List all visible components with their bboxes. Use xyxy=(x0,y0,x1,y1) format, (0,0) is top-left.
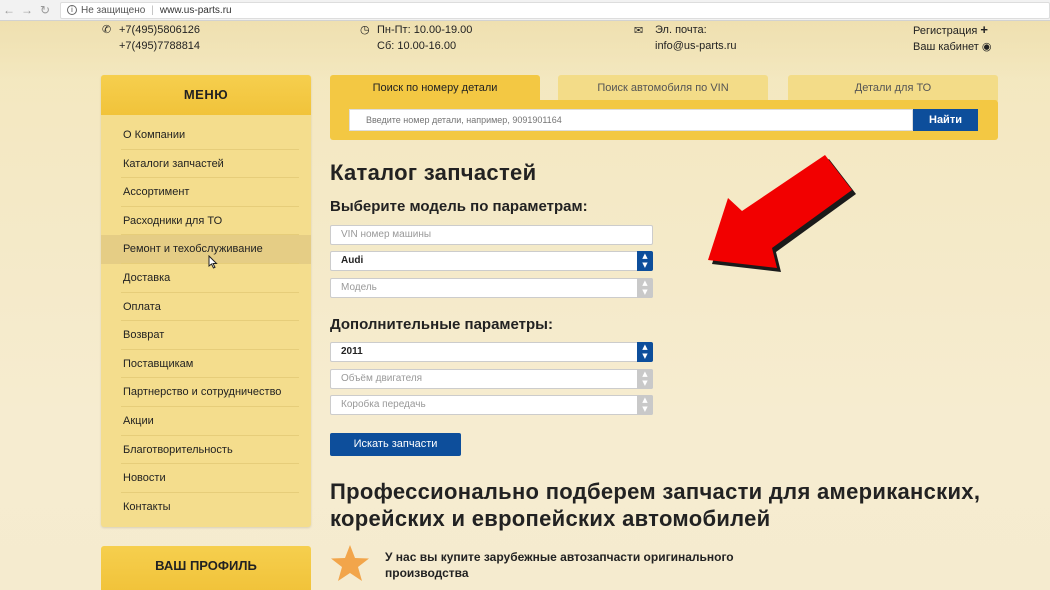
phone-block: ✆ +7(495)5806126 +7(495)7788814 xyxy=(102,22,200,54)
year-select-value: 2011 xyxy=(341,346,363,357)
catalog-title: Каталог запчастей xyxy=(330,160,537,185)
menu-item-about[interactable]: О Компании xyxy=(101,121,311,150)
hours-saturday: Сб: 10.00-16.00 xyxy=(377,40,457,52)
email-label: Эл. почта: xyxy=(655,24,707,36)
search-parts-button[interactable]: Искать запчасти xyxy=(330,433,461,456)
select-arrows-icon: ▲ ▼ xyxy=(637,342,653,362)
security-label: Не защищено xyxy=(81,4,146,16)
part-number-search-input[interactable] xyxy=(349,109,913,131)
cabinet-link[interactable]: Ваш кабинет ◉ xyxy=(913,39,992,55)
email-block: ✉ Эл. почта: info@us-parts.ru xyxy=(634,22,736,54)
model-select[interactable]: Модель ▲ ▼ xyxy=(330,278,653,298)
menu-item-contacts[interactable]: Контакты xyxy=(101,493,311,522)
menu-item-news[interactable]: Новости xyxy=(101,464,311,493)
reload-icon[interactable]: ↻ xyxy=(36,3,54,17)
star-icon xyxy=(331,545,369,581)
account-block: Регистрация + Ваш кабинет ◉ xyxy=(913,22,992,55)
hours-weekday: Пн-Пт: 10.00-19.00 xyxy=(377,24,473,36)
model-params-title: Выберите модель по параметрам: xyxy=(330,198,588,215)
mouse-cursor-icon xyxy=(208,255,218,269)
gearbox-select[interactable]: Коробка передачь ▲ ▼ xyxy=(330,395,653,415)
select-arrows-icon: ▲ ▼ xyxy=(637,278,653,298)
sidebar-menu: МЕНЮ О Компании Каталоги запчастей Ассор… xyxy=(101,75,311,527)
phone-2[interactable]: +7(495)7788814 xyxy=(102,38,200,54)
phone-icon: ✆ xyxy=(102,23,112,36)
back-icon[interactable]: ← xyxy=(0,3,18,17)
menu-item-promotions[interactable]: Акции xyxy=(101,407,311,436)
envelope-icon: ✉ xyxy=(634,24,644,37)
menu-item-payment[interactable]: Оплата xyxy=(101,293,311,322)
cabinet-label: Ваш кабинет xyxy=(913,41,979,53)
forward-icon[interactable]: → xyxy=(18,3,36,17)
menu-title: МЕНЮ xyxy=(101,75,311,115)
email-link[interactable]: info@us-parts.ru xyxy=(634,38,736,54)
user-icon: ◉ xyxy=(981,40,992,53)
info-icon[interactable]: i xyxy=(67,5,77,15)
address-bar[interactable]: i Не защищено | www.us-parts.ru xyxy=(60,1,1050,19)
address-divider: | xyxy=(151,4,154,16)
menu-item-consumables[interactable]: Расходники для ТО xyxy=(101,207,311,236)
model-select-placeholder: Модель xyxy=(341,282,377,293)
promo-heading: Профессионально подберем запчасти для ам… xyxy=(330,479,981,531)
select-arrows-icon: ▲ ▼ xyxy=(637,395,653,415)
hours-block: ◷ Пн-Пт: 10.00-19.00 Сб: 10.00-16.00 xyxy=(360,22,472,54)
engine-volume-select[interactable]: Объём двигателя ▲ ▼ xyxy=(330,369,653,389)
register-link[interactable]: Регистрация + xyxy=(913,22,992,39)
menu-item-catalogs[interactable]: Каталоги запчастей xyxy=(101,150,311,179)
register-label: Регистрация xyxy=(913,25,978,37)
menu-item-repair[interactable]: Ремонт и техобслуживание xyxy=(101,235,311,264)
tab-maintenance-parts[interactable]: Детали для ТО xyxy=(788,75,998,101)
make-select[interactable]: Audi ▲ ▼ xyxy=(330,251,653,271)
feature-text: У нас вы купите зарубежные автозапчасти … xyxy=(385,550,734,580)
vin-input[interactable]: VIN номер машины xyxy=(330,225,653,245)
menu-item-returns[interactable]: Возврат xyxy=(101,321,311,350)
make-select-value: Audi xyxy=(341,255,364,266)
find-button[interactable]: Найти xyxy=(913,109,978,131)
menu-item-charity[interactable]: Благотворительность xyxy=(101,436,311,465)
menu-item-partnership[interactable]: Партнерство и сотрудничество xyxy=(101,378,311,407)
profile-header[interactable]: ВАШ ПРОФИЛЬ xyxy=(101,546,311,590)
menu-item-assortment[interactable]: Ассортимент xyxy=(101,178,311,207)
clock-icon: ◷ xyxy=(360,23,370,36)
menu-item-delivery[interactable]: Доставка xyxy=(101,264,311,293)
tab-part-number[interactable]: Поиск по номеру детали xyxy=(330,75,540,101)
select-arrows-icon: ▲ ▼ xyxy=(637,369,653,389)
select-arrows-icon: ▲ ▼ xyxy=(637,251,653,271)
browser-toolbar: ← → ↻ i Не защищено | www.us-parts.ru xyxy=(0,0,1050,21)
phone-1[interactable]: +7(495)5806126 xyxy=(102,22,200,38)
year-select[interactable]: 2011 ▲ ▼ xyxy=(330,342,653,362)
menu-list: О Компании Каталоги запчастей Ассортимен… xyxy=(101,115,311,521)
extra-params-title: Дополнительные параметры: xyxy=(330,316,553,333)
tab-vin-search[interactable]: Поиск автомобиля по VIN xyxy=(558,75,768,101)
red-arrow-annotation xyxy=(708,155,856,272)
menu-item-suppliers[interactable]: Поставщикам xyxy=(101,350,311,379)
engine-volume-placeholder: Объём двигателя xyxy=(341,373,423,384)
gearbox-placeholder: Коробка передачь xyxy=(341,399,426,410)
plus-icon: + xyxy=(980,22,988,37)
url-text: www.us-parts.ru xyxy=(159,4,232,16)
